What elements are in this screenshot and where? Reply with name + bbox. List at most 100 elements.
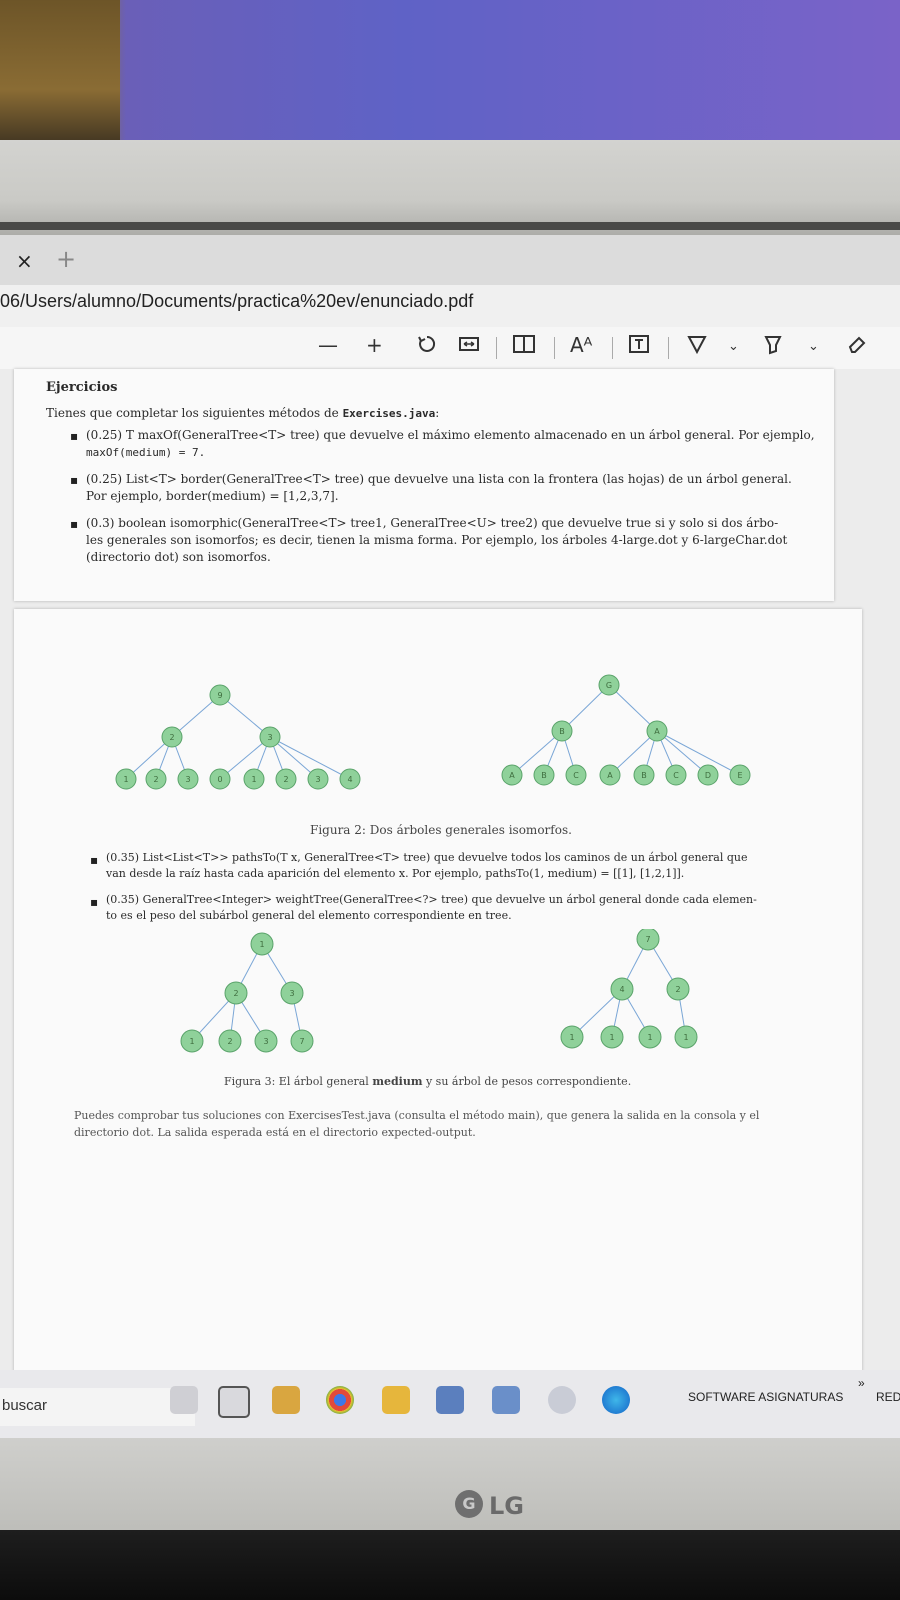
- tree-node-label: 7: [645, 935, 650, 944]
- bullet: ▪: [70, 473, 79, 487]
- pdf-toolbar: — + Aᴬ ⌄ ⌄: [0, 327, 900, 370]
- fit-page-icon[interactable]: [458, 333, 480, 360]
- edge-icon[interactable]: [602, 1386, 630, 1414]
- tree-node-label: A: [509, 771, 515, 780]
- bullet: ▪: [90, 853, 99, 867]
- tree-node-label: 3: [267, 733, 272, 742]
- tree-node-label: 1: [259, 940, 264, 949]
- tray-label-right[interactable]: RED: [876, 1390, 900, 1404]
- tree-node-label: B: [541, 771, 547, 780]
- tree-node-label: 7: [299, 1037, 304, 1046]
- app-icon[interactable]: [382, 1386, 410, 1414]
- pdf-viewer[interactable]: Ejercicios Tienes que completar los sigu…: [0, 369, 900, 1379]
- close-tab-icon[interactable]: ×: [16, 249, 36, 273]
- exercise-border: (0.25) List<T> border(GeneralTree<T> tre…: [86, 472, 792, 503]
- tree-right: G B A A B C A B C D E: [501, 674, 751, 786]
- tree-node-label: 3: [315, 775, 320, 784]
- exercise-isomorphic: (0.3) boolean isomorphic(GeneralTree<T> …: [86, 516, 788, 564]
- tree-node-label: 1: [189, 1037, 194, 1046]
- intro-text: Tienes que completar los siguientes méto…: [46, 406, 440, 420]
- tree-node-label: C: [673, 771, 679, 780]
- app-icon[interactable]: [436, 1386, 464, 1414]
- figure-2-trees: 9 2 3 1 2 3 0 1 2 3 4 G B A A B C A B C D E: [115, 674, 751, 790]
- tree-node-label: 1: [251, 775, 256, 784]
- url-text[interactable]: 06/Users/alumno/Documents/practica%20ev/…: [0, 291, 473, 312]
- tree-left: 9 2 3 1 2 3 0 1 2 3 4: [115, 684, 361, 790]
- tree-node-label: C: [573, 771, 579, 780]
- draw-icon[interactable]: [686, 333, 708, 360]
- chevron-down-icon[interactable]: ⌄: [808, 339, 819, 354]
- tree-node-label: 1: [569, 1033, 574, 1042]
- tree-left: 1 2 3 1 2 3 7: [180, 932, 314, 1053]
- tray-label[interactable]: SOFTWARE ASIGNATURAS: [688, 1390, 843, 1404]
- tree-node-label: 2: [169, 733, 174, 742]
- lg-logo-icon: G: [455, 1490, 483, 1518]
- search-box[interactable]: buscar: [0, 1388, 195, 1426]
- eraser-icon[interactable]: [846, 333, 868, 360]
- chrome-icon[interactable]: [326, 1386, 354, 1414]
- brand-text: LG: [489, 1492, 524, 1520]
- app-icon[interactable]: [548, 1386, 576, 1414]
- desk: [0, 1530, 900, 1600]
- exercise-pathsto: (0.35) List<List<T>> pathsTo(T x, Genera…: [106, 851, 748, 880]
- tree-node-label: D: [705, 771, 711, 780]
- footer-note: Puedes comprobar tus soluciones con Exer…: [74, 1109, 760, 1139]
- zoom-out-button[interactable]: —: [318, 333, 338, 357]
- tree-node-label: 2: [675, 985, 680, 994]
- tree-node-label: 9: [217, 691, 222, 700]
- bullet: ▪: [90, 895, 99, 909]
- tree-node-label: B: [641, 771, 647, 780]
- app-icon[interactable]: [492, 1386, 520, 1414]
- task-view-icon[interactable]: [218, 1386, 250, 1418]
- search-text[interactable]: buscar: [2, 1397, 47, 1414]
- toolbar-divider: [668, 337, 669, 359]
- exercise-maxof: (0.25) T maxOf(GeneralTree<T> tree) que …: [86, 428, 815, 459]
- figure-3-trees: 1 2 3 1 2 3 7 7 4 2 1 1 1 1: [180, 929, 698, 1053]
- tree-node-label: 2: [153, 775, 158, 784]
- text-box-icon[interactable]: [628, 333, 650, 360]
- address-bar[interactable]: 06/Users/alumno/Documents/practica%20ev/…: [0, 285, 900, 327]
- tree-node-label: 1: [609, 1033, 614, 1042]
- pdf-page-2: 9 2 3 1 2 3 0 1 2 3 4 G B A A B C A B C D E Figura 2: Dos ár…: [14, 609, 862, 1379]
- background-wall: [0, 0, 900, 160]
- figure-3-caption: Figura 3: El árbol general medium y su á…: [224, 1075, 632, 1088]
- bullet: ▪: [70, 517, 79, 531]
- tree-node-label: 4: [619, 985, 624, 994]
- rotate-icon[interactable]: [416, 333, 438, 360]
- tree-node-label: 2: [227, 1037, 232, 1046]
- page-view-icon[interactable]: [512, 333, 538, 360]
- highlight-icon[interactable]: [762, 333, 784, 360]
- tree-right: 7 4 2 1 1 1 1: [560, 929, 698, 1049]
- tree-node-label: 1: [683, 1033, 688, 1042]
- exercise-weighttree: (0.35) GeneralTree<Integer> weightTree(G…: [106, 893, 757, 922]
- tree-node-label: A: [607, 771, 613, 780]
- microphone-icon[interactable]: [170, 1386, 198, 1414]
- tree-node-label: 1: [647, 1033, 652, 1042]
- new-tab-icon[interactable]: +: [56, 245, 76, 273]
- tree-node-label: A: [654, 727, 660, 736]
- monitor-logo: G LG: [455, 1490, 545, 1522]
- tree-node-label: 0: [217, 775, 222, 784]
- figure-2-caption: Figura 2: Dos árboles generales isomorfo…: [310, 823, 572, 837]
- toolbar-divider: [612, 337, 613, 359]
- background-shelf: [0, 0, 120, 150]
- zoom-in-button[interactable]: +: [366, 333, 383, 357]
- tree-node-label: B: [559, 727, 565, 736]
- screen: × + 06/Users/alumno/Documents/practica%2…: [0, 235, 900, 1445]
- tree-node-label: 4: [347, 775, 352, 784]
- section-heading: Ejercicios: [46, 380, 118, 395]
- read-aloud-icon[interactable]: Aᴬ: [570, 333, 592, 357]
- chevron-right-icon[interactable]: »: [858, 1376, 865, 1390]
- toolbar-divider: [554, 337, 555, 359]
- tree-node-label: 3: [263, 1037, 268, 1046]
- tree-node-label: E: [737, 771, 742, 780]
- file-explorer-icon[interactable]: [272, 1386, 300, 1414]
- tree-node-label: 2: [233, 989, 238, 998]
- browser-tab-bar: × +: [0, 235, 900, 285]
- toolbar-divider: [496, 337, 497, 359]
- tree-node-label: 1: [123, 775, 128, 784]
- monitor-bezel-bottom: [0, 1438, 900, 1533]
- chevron-down-icon[interactable]: ⌄: [728, 339, 739, 354]
- tree-node-label: 2: [283, 775, 288, 784]
- taskbar: buscar SOFTWARE ASIGNATURAS » RED: [0, 1370, 900, 1445]
